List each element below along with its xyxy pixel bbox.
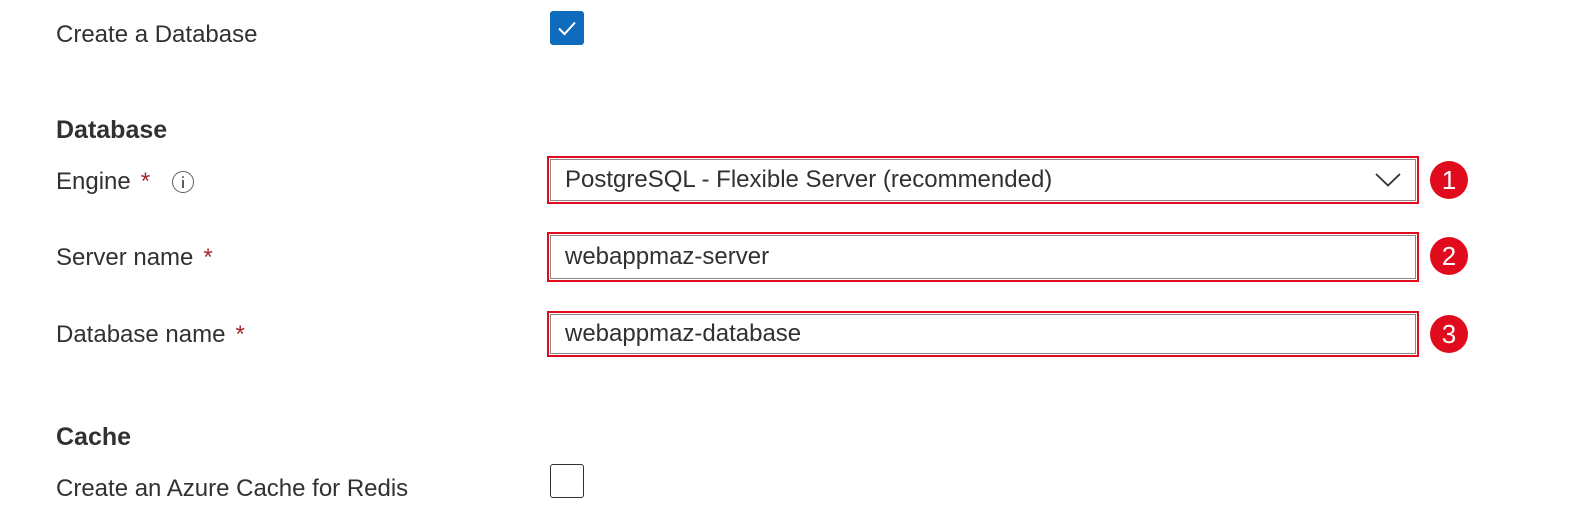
engine-selected-value: PostgreSQL - Flexible Server (recommende…	[565, 166, 1053, 193]
database-section-heading: Database	[56, 116, 168, 144]
database-name-input[interactable]: webappmaz-database	[547, 311, 1419, 357]
required-marker: *	[235, 321, 245, 348]
database-name-label-text: Database name	[56, 321, 226, 348]
chevron-down-icon	[1375, 173, 1401, 187]
create-cache-label: Create an Azure Cache for Redis	[56, 475, 409, 502]
database-name-label: Database name *	[56, 320, 245, 350]
required-marker: *	[203, 244, 213, 271]
server-name-input[interactable]: webappmaz-server	[547, 232, 1419, 282]
server-name-label-text: Server name	[56, 244, 194, 271]
info-icon[interactable]	[172, 171, 194, 193]
database-name-value: webappmaz-database	[565, 320, 802, 347]
create-database-checkbox[interactable]	[550, 11, 584, 45]
create-cache-checkbox[interactable]	[550, 464, 584, 498]
required-marker: *	[140, 168, 151, 195]
checkmark-icon	[557, 21, 576, 35]
engine-label-text: Engine	[56, 168, 131, 195]
engine-label: Engine *	[56, 167, 150, 197]
server-name-label: Server name *	[56, 243, 213, 273]
callout-badge-2: 2	[1430, 237, 1468, 275]
engine-dropdown[interactable]: PostgreSQL - Flexible Server (recommende…	[547, 156, 1419, 204]
callout-badge-3: 3	[1430, 315, 1468, 353]
server-name-value: webappmaz-server	[565, 243, 770, 270]
create-database-label: Create a Database	[56, 21, 258, 48]
cache-section-heading: Cache	[56, 423, 132, 451]
callout-badge-1: 1	[1430, 161, 1468, 199]
